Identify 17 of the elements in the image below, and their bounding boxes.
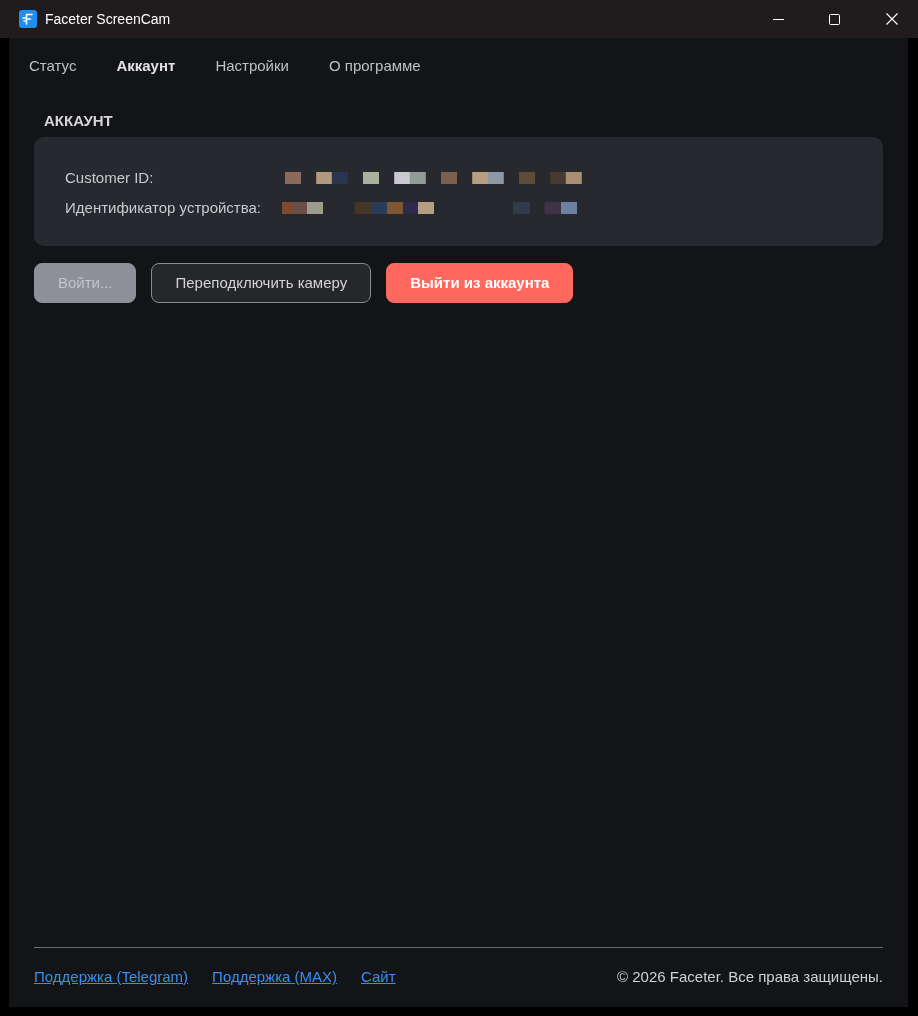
field-label: Customer ID: bbox=[65, 168, 154, 188]
app-logo-icon bbox=[19, 10, 37, 28]
footer-link[interactable]: Сайт bbox=[361, 967, 396, 987]
field-label: Идентификатор устройства: bbox=[65, 198, 262, 218]
maximize-icon bbox=[828, 13, 840, 25]
tab[interactable]: О программе bbox=[308, 46, 441, 86]
tab[interactable]: Аккаунт bbox=[96, 46, 196, 86]
close-icon bbox=[886, 13, 898, 25]
minimize-icon bbox=[772, 18, 784, 20]
action-button[interactable]: Переподключить камеру bbox=[151, 263, 372, 303]
footer-link[interactable]: Поддержка (MAX) bbox=[212, 967, 338, 987]
footer-link[interactable]: Поддержка (Telegram) bbox=[34, 967, 189, 987]
copyright-text: © 2026 Faceter. Все права защищены. bbox=[617, 967, 883, 987]
section-heading: АККАУНТ bbox=[44, 111, 113, 131]
tab[interactable]: Настройки bbox=[195, 46, 309, 86]
window-title: Faceter ScreenCam bbox=[45, 9, 171, 29]
tab[interactable]: Статус bbox=[9, 46, 97, 86]
